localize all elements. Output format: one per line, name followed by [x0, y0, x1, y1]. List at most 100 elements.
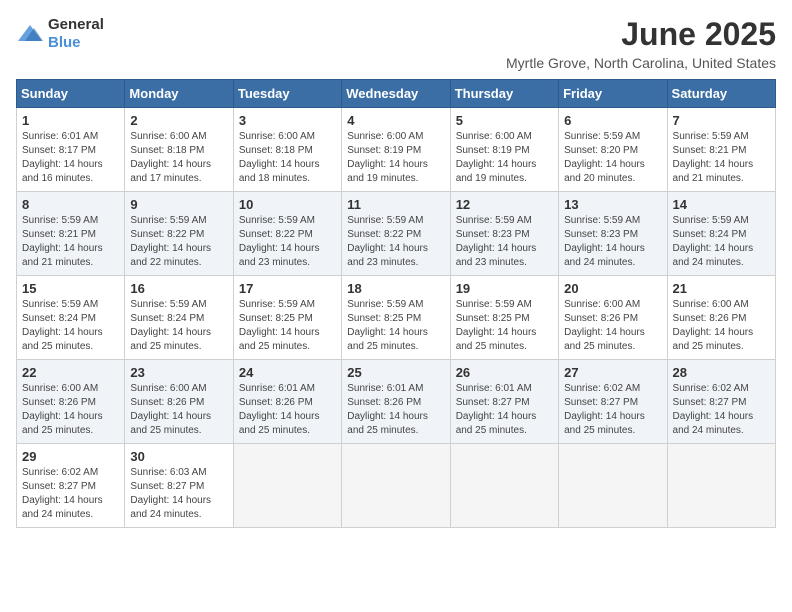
day-info: Sunrise: 5:59 AMSunset: 8:22 PMDaylight:…: [130, 214, 227, 270]
day-info: Sunrise: 6:00 AMSunset: 8:18 PMDaylight:…: [130, 130, 227, 186]
day-number: 12: [456, 197, 553, 212]
logo-blue: Blue: [48, 34, 81, 51]
header-wednesday: Wednesday: [342, 80, 450, 108]
location-title: Myrtle Grove, North Carolina, United Sta…: [506, 55, 776, 71]
day-number: 2: [130, 113, 227, 128]
day-info: Sunrise: 5:59 AMSunset: 8:25 PMDaylight:…: [456, 298, 553, 354]
day-info: Sunrise: 5:59 AMSunset: 8:24 PMDaylight:…: [673, 214, 770, 270]
header-sunday: Sunday: [17, 80, 125, 108]
day-info: Sunrise: 6:01 AMSunset: 8:26 PMDaylight:…: [347, 382, 444, 438]
calendar-cell: 19 Sunrise: 5:59 AMSunset: 8:25 PMDayligh…: [450, 276, 558, 360]
day-info: Sunrise: 5:59 AMSunset: 8:25 PMDaylight:…: [239, 298, 336, 354]
calendar-cell: 1 Sunrise: 6:01 AMSunset: 8:17 PMDaylight…: [17, 108, 125, 192]
day-number: 9: [130, 197, 227, 212]
day-number: 19: [456, 281, 553, 296]
header-thursday: Thursday: [450, 80, 558, 108]
calendar-week-row: 15Sunrise: 5:59 AMSunset: 8:24 PMDayligh…: [17, 276, 776, 360]
day-info: Sunrise: 6:01 AMSunset: 8:27 PMDaylight:…: [456, 382, 553, 438]
day-number: 7: [673, 113, 770, 128]
day-info: Sunrise: 6:03 AMSunset: 8:27 PMDaylight:…: [130, 466, 227, 522]
calendar-header-row: SundayMondayTuesdayWednesdayThursdayFrid…: [17, 80, 776, 108]
day-info: Sunrise: 6:02 AMSunset: 8:27 PMDaylight:…: [22, 466, 119, 522]
calendar-cell: [233, 444, 341, 528]
calendar-cell: [450, 444, 558, 528]
day-info: Sunrise: 6:02 AMSunset: 8:27 PMDaylight:…: [564, 382, 661, 438]
day-number: 4: [347, 113, 444, 128]
logo-text: General Blue: [48, 16, 104, 52]
logo: General Blue: [16, 16, 104, 52]
calendar-cell: 14 Sunrise: 5:59 AMSunset: 8:24 PMDayligh…: [667, 192, 775, 276]
calendar-cell: 18 Sunrise: 5:59 AMSunset: 8:25 PMDayligh…: [342, 276, 450, 360]
day-info: Sunrise: 6:01 AMSunset: 8:17 PMDaylight:…: [22, 130, 119, 186]
calendar-cell: 27 Sunrise: 6:02 AMSunset: 8:27 PMDayligh…: [559, 360, 667, 444]
calendar-cell: 29 Sunrise: 6:02 AMSunset: 8:27 PMDayligh…: [17, 444, 125, 528]
calendar-cell: 30Sunrise: 6:03 AMSunset: 8:27 PMDayligh…: [125, 444, 233, 528]
calendar-cell: [559, 444, 667, 528]
day-number: 6: [564, 113, 661, 128]
calendar-cell: 6 Sunrise: 5:59 AMSunset: 8:20 PMDaylight…: [559, 108, 667, 192]
day-info: Sunrise: 5:59 AMSunset: 8:21 PMDaylight:…: [673, 130, 770, 186]
calendar-cell: 10Sunrise: 5:59 AMSunset: 8:22 PMDayligh…: [233, 192, 341, 276]
day-info: Sunrise: 6:00 AMSunset: 8:19 PMDaylight:…: [347, 130, 444, 186]
calendar-cell: 15Sunrise: 5:59 AMSunset: 8:24 PMDayligh…: [17, 276, 125, 360]
day-number: 11: [347, 197, 444, 212]
day-number: 21: [673, 281, 770, 296]
day-info: Sunrise: 5:59 AMSunset: 8:24 PMDaylight:…: [22, 298, 119, 354]
day-number: 14: [673, 197, 770, 212]
calendar-cell: [667, 444, 775, 528]
day-info: Sunrise: 5:59 AMSunset: 8:25 PMDaylight:…: [347, 298, 444, 354]
calendar-cell: 11 Sunrise: 5:59 AMSunset: 8:22 PMDayligh…: [342, 192, 450, 276]
calendar-cell: 9 Sunrise: 5:59 AMSunset: 8:22 PMDaylight…: [125, 192, 233, 276]
header-monday: Monday: [125, 80, 233, 108]
day-info: Sunrise: 6:00 AMSunset: 8:19 PMDaylight:…: [456, 130, 553, 186]
calendar-cell: 2 Sunrise: 6:00 AMSunset: 8:18 PMDaylight…: [125, 108, 233, 192]
calendar-cell: 12 Sunrise: 5:59 AMSunset: 8:23 PMDayligh…: [450, 192, 558, 276]
calendar-table: SundayMondayTuesdayWednesdayThursdayFrid…: [16, 79, 776, 528]
page-header: General Blue June 2025 Myrtle Grove, Nor…: [16, 16, 776, 71]
day-number: 29: [22, 449, 119, 464]
day-number: 20: [564, 281, 661, 296]
day-number: 24: [239, 365, 336, 380]
calendar-cell: 17 Sunrise: 5:59 AMSunset: 8:25 PMDayligh…: [233, 276, 341, 360]
calendar-week-row: 1 Sunrise: 6:01 AMSunset: 8:17 PMDaylight…: [17, 108, 776, 192]
day-info: Sunrise: 5:59 AMSunset: 8:20 PMDaylight:…: [564, 130, 661, 186]
day-number: 26: [456, 365, 553, 380]
day-info: Sunrise: 6:00 AMSunset: 8:26 PMDaylight:…: [130, 382, 227, 438]
day-number: 10: [239, 197, 336, 212]
day-number: 13: [564, 197, 661, 212]
day-info: Sunrise: 6:00 AMSunset: 8:18 PMDaylight:…: [239, 130, 336, 186]
day-info: Sunrise: 5:59 AMSunset: 8:21 PMDaylight:…: [22, 214, 119, 270]
calendar-cell: 3Sunrise: 6:00 AMSunset: 8:18 PMDaylight…: [233, 108, 341, 192]
header-saturday: Saturday: [667, 80, 775, 108]
day-info: Sunrise: 6:01 AMSunset: 8:26 PMDaylight:…: [239, 382, 336, 438]
header-tuesday: Tuesday: [233, 80, 341, 108]
title-area: June 2025 Myrtle Grove, North Carolina, …: [506, 16, 776, 71]
calendar-cell: 24 Sunrise: 6:01 AMSunset: 8:26 PMDayligh…: [233, 360, 341, 444]
calendar-cell: 13 Sunrise: 5:59 AMSunset: 8:23 PMDayligh…: [559, 192, 667, 276]
day-info: Sunrise: 5:59 AMSunset: 8:22 PMDaylight:…: [347, 214, 444, 270]
day-number: 27: [564, 365, 661, 380]
logo-general: General: [48, 16, 104, 33]
day-number: 25: [347, 365, 444, 380]
day-number: 17: [239, 281, 336, 296]
calendar-cell: 4 Sunrise: 6:00 AMSunset: 8:19 PMDaylight…: [342, 108, 450, 192]
day-number: 1: [22, 113, 119, 128]
calendar-cell: 21Sunrise: 6:00 AMSunset: 8:26 PMDayligh…: [667, 276, 775, 360]
calendar-week-row: 29 Sunrise: 6:02 AMSunset: 8:27 PMDayligh…: [17, 444, 776, 528]
day-info: Sunrise: 5:59 AMSunset: 8:23 PMDaylight:…: [564, 214, 661, 270]
calendar-cell: 26 Sunrise: 6:01 AMSunset: 8:27 PMDayligh…: [450, 360, 558, 444]
calendar-cell: 20 Sunrise: 6:00 AMSunset: 8:26 PMDayligh…: [559, 276, 667, 360]
day-number: 8: [22, 197, 119, 212]
day-info: Sunrise: 5:59 AMSunset: 8:23 PMDaylight:…: [456, 214, 553, 270]
day-info: Sunrise: 6:00 AMSunset: 8:26 PMDaylight:…: [564, 298, 661, 354]
calendar-cell: 8 Sunrise: 5:59 AMSunset: 8:21 PMDaylight…: [17, 192, 125, 276]
calendar-cell: 28Sunrise: 6:02 AMSunset: 8:27 PMDayligh…: [667, 360, 775, 444]
day-number: 16: [130, 281, 227, 296]
calendar-cell: 22Sunrise: 6:00 AMSunset: 8:26 PMDayligh…: [17, 360, 125, 444]
calendar-cell: 23 Sunrise: 6:00 AMSunset: 8:26 PMDayligh…: [125, 360, 233, 444]
day-info: Sunrise: 5:59 AMSunset: 8:24 PMDaylight:…: [130, 298, 227, 354]
calendar-cell: 16 Sunrise: 5:59 AMSunset: 8:24 PMDayligh…: [125, 276, 233, 360]
day-number: 18: [347, 281, 444, 296]
day-number: 23: [130, 365, 227, 380]
day-info: Sunrise: 6:02 AMSunset: 8:27 PMDaylight:…: [673, 382, 770, 438]
